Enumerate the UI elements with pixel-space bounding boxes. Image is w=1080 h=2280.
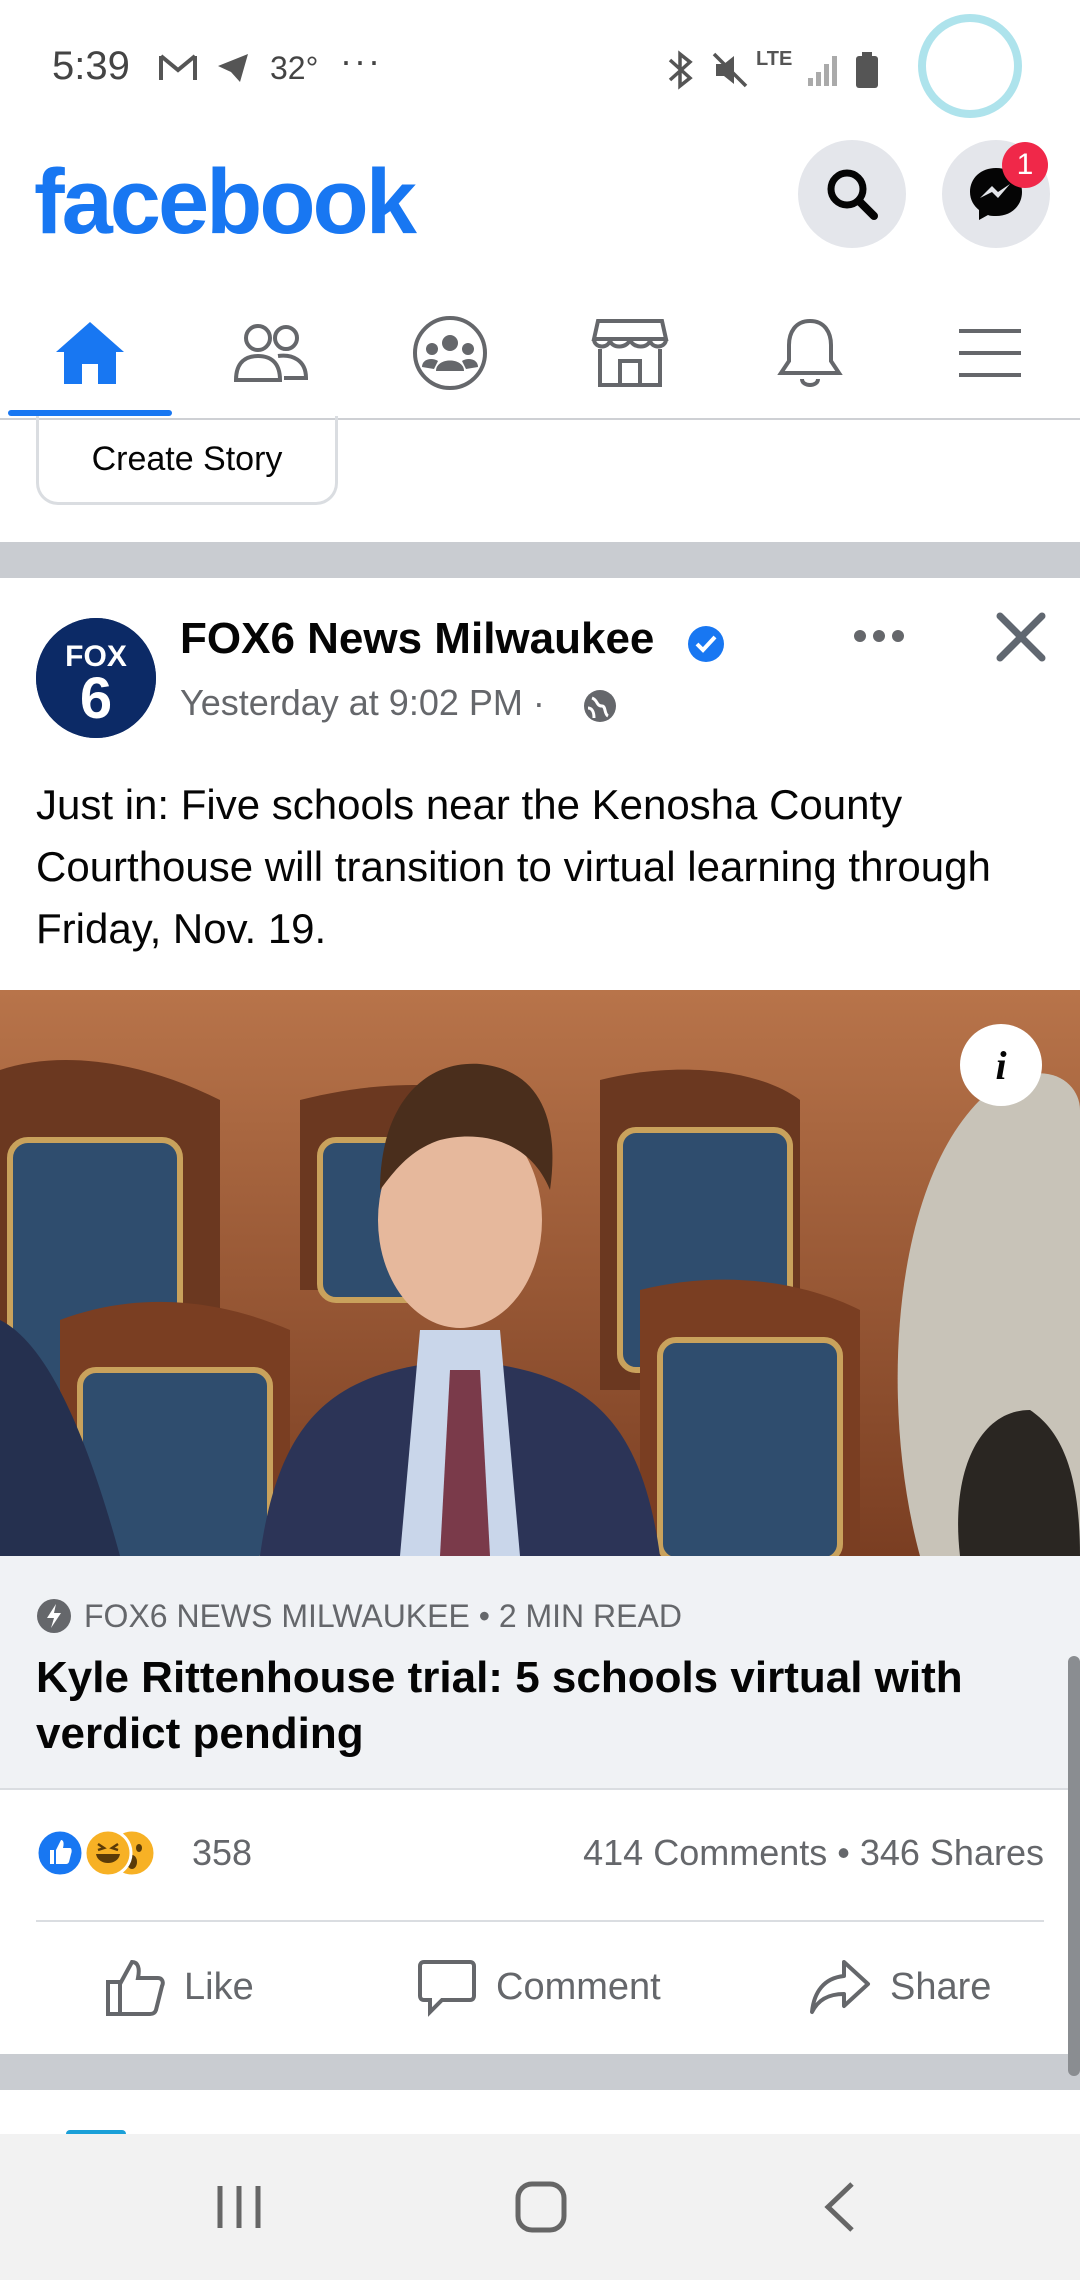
gmail-icon [158, 52, 198, 89]
post-actions: Like Comment Share [36, 1920, 1044, 2052]
tab-friends[interactable] [180, 290, 360, 416]
reaction-icons[interactable] [35, 1828, 186, 1883]
messenger-badge: 1 [1002, 142, 1048, 188]
close-icon[interactable] [994, 610, 1048, 669]
tab-home[interactable] [0, 290, 180, 416]
groups-icon [413, 316, 487, 390]
messenger-button[interactable]: 1 [942, 140, 1050, 248]
comments-shares-count[interactable]: 414 Comments • 346 Shares [583, 1832, 1044, 1874]
post-timestamp[interactable]: Yesterday at 9:02 PM · [180, 682, 545, 724]
recent-apps-icon[interactable] [214, 2180, 264, 2239]
home-nav-icon[interactable] [514, 2180, 568, 2239]
info-icon[interactable]: i [960, 1024, 1042, 1106]
system-nav-bar [0, 2134, 1080, 2280]
network-type: LTE [756, 48, 793, 70]
home-icon [56, 322, 124, 384]
like-label: Like [184, 1965, 254, 2008]
status-temperature: 32° [270, 50, 319, 86]
signal-icon [806, 52, 842, 93]
next-post-peek [0, 2090, 1080, 2138]
comment-button[interactable]: Comment [416, 1922, 661, 2052]
bluetooth-icon [664, 50, 698, 95]
link-preview[interactable]: FOX6 NEWS MILWAUKEE • 2 MIN READ Kyle Ri… [0, 1556, 1080, 1790]
page-avatar[interactable]: FOX 6 [36, 618, 156, 738]
bell-icon [777, 318, 843, 387]
instant-article-icon [36, 1598, 72, 1639]
scrollbar[interactable] [1068, 1656, 1080, 2076]
facebook-logo[interactable]: facebook [34, 150, 417, 255]
tab-menu[interactable] [900, 290, 1080, 416]
globe-icon [582, 688, 618, 729]
share-icon [810, 1960, 870, 2014]
courtroom-photo [0, 990, 1080, 1556]
page-name[interactable]: FOX6 News Milwaukee [180, 614, 654, 664]
status-more: ··· [340, 40, 382, 81]
feed-divider [0, 542, 1080, 578]
mute-icon [710, 50, 750, 95]
create-story-button[interactable]: Create Story [36, 416, 338, 505]
like-icon [106, 1959, 165, 2016]
telegram-icon [216, 52, 250, 89]
comment-label: Comment [496, 1965, 661, 2008]
search-icon [827, 169, 878, 220]
back-icon[interactable] [820, 2180, 860, 2239]
link-title: Kyle Rittenhouse trial: 5 schools virtua… [36, 1653, 963, 1758]
tab-marketplace[interactable] [540, 290, 720, 416]
top-header: facebook 1 [0, 140, 1080, 280]
tab-notifications[interactable] [720, 290, 900, 416]
svg-text:6: 6 [80, 666, 112, 731]
comment-icon [418, 1960, 476, 2017]
feed-divider-2 [0, 2054, 1080, 2090]
search-button[interactable] [798, 140, 906, 248]
tab-groups[interactable] [360, 290, 540, 416]
reactions-bar: 358 414 Comments • 346 Shares [0, 1788, 1080, 1918]
fox6-logo: FOX 6 [36, 618, 156, 738]
link-source: FOX6 NEWS MILWAUKEE • 2 MIN READ [84, 1598, 682, 1634]
like-button[interactable]: Like [104, 1922, 254, 2052]
marketplace-icon [591, 319, 669, 387]
stories-strip: Create Story [0, 416, 1080, 542]
verified-badge-icon [686, 624, 726, 669]
main-tab-bar [0, 290, 1080, 420]
post-photo[interactable]: i [0, 990, 1080, 1556]
post-options-icon[interactable] [852, 626, 906, 651]
reaction-count[interactable]: 358 [192, 1832, 252, 1874]
status-bar: 5:39 32° ··· LTE [0, 0, 1080, 140]
hamburger-menu-icon [959, 329, 1021, 377]
battery-icon [854, 50, 880, 95]
post-text: Just in: Five schools near the Kenosha C… [36, 781, 991, 952]
share-button[interactable]: Share [808, 1922, 991, 2052]
assistant-bubble[interactable] [918, 14, 1022, 118]
friends-icon [233, 324, 309, 382]
status-time: 5:39 [52, 44, 130, 88]
share-label: Share [890, 1965, 992, 2008]
